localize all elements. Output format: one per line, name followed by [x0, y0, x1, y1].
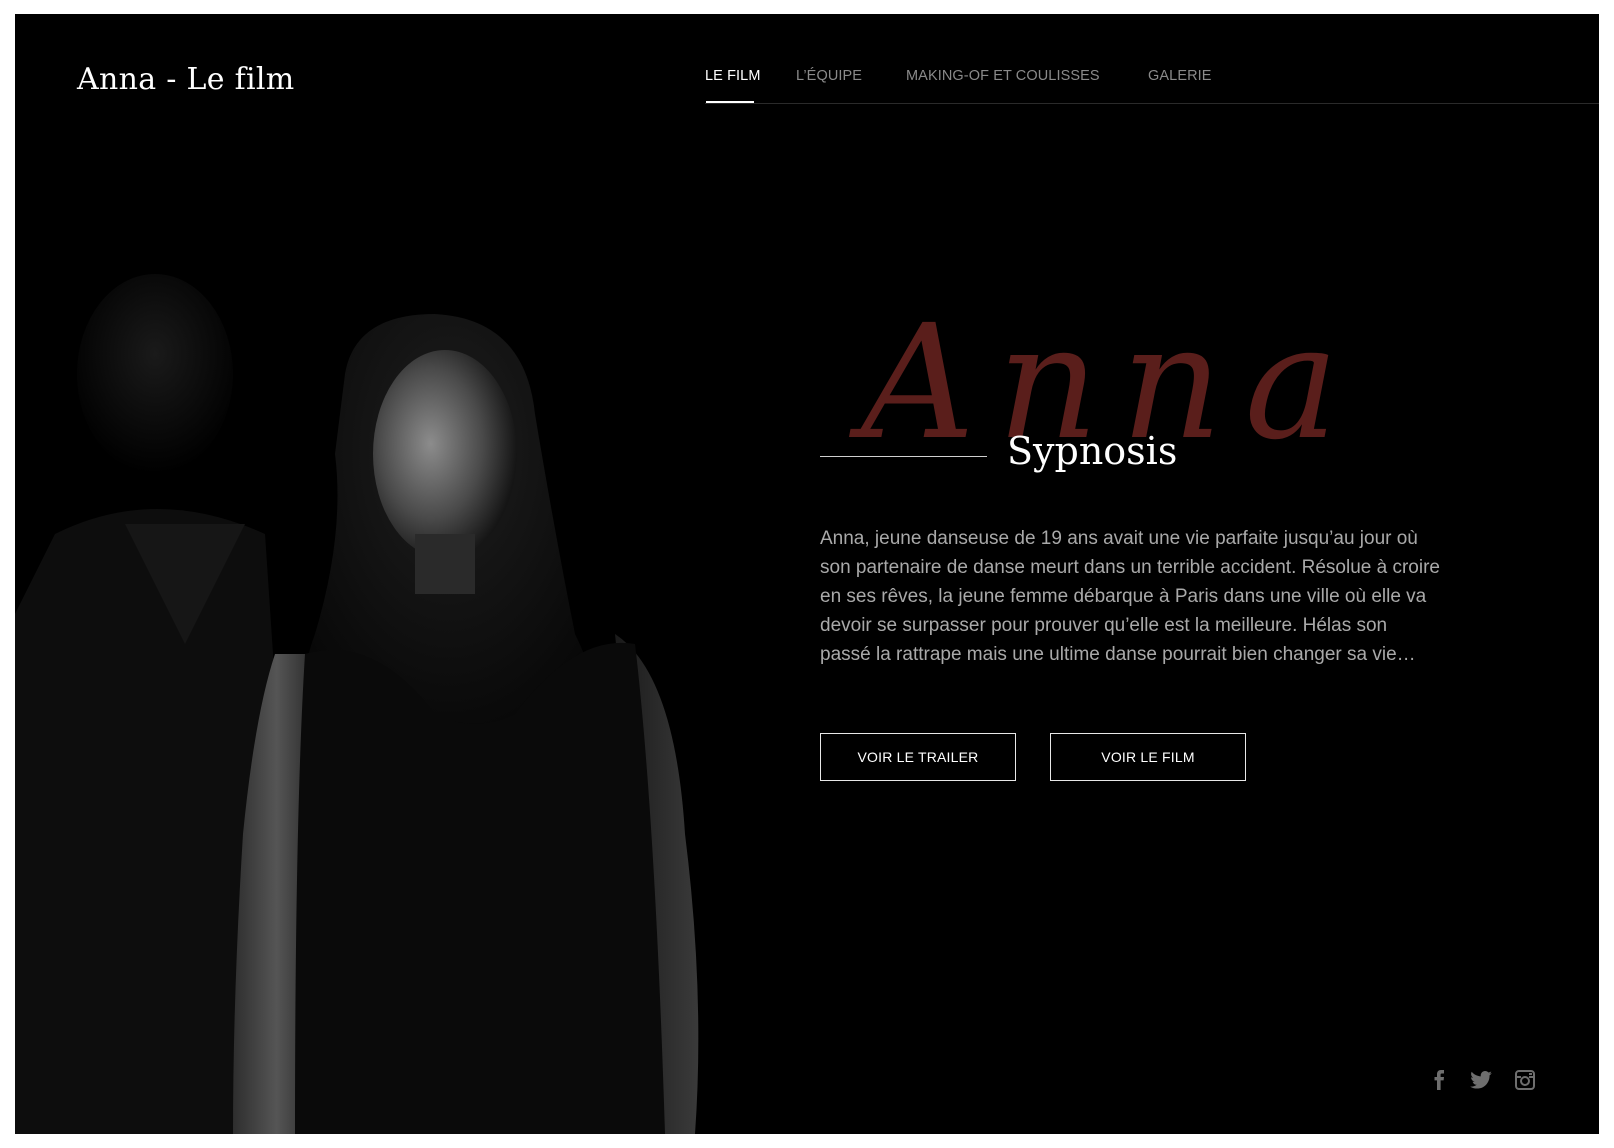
- nav-item-galerie[interactable]: GALERIE: [1148, 68, 1212, 84]
- nav-item-le-film[interactable]: LE FILM: [705, 68, 761, 103]
- button-label: VOIR LE TRAILER: [857, 749, 979, 765]
- synopsis-text: Anna, jeune danseuse de 19 ans avait une…: [820, 528, 1440, 665]
- man-head: [77, 274, 233, 474]
- button-label: VOIR LE FILM: [1101, 749, 1195, 765]
- twitter-icon[interactable]: [1470, 1068, 1492, 1092]
- site-title[interactable]: Anna - Le film: [77, 62, 295, 97]
- nav-item-equipe[interactable]: L’ÉQUIPE: [796, 68, 862, 84]
- hero-photo: [15, 14, 755, 1134]
- woman-face: [373, 350, 517, 558]
- watch-trailer-button[interactable]: VOIR LE TRAILER: [820, 733, 1016, 781]
- nav-label: LE FILM: [705, 68, 761, 84]
- facebook-icon[interactable]: [1433, 1068, 1445, 1092]
- nav-divider: [705, 103, 1599, 104]
- nav-active-underline: [706, 101, 754, 103]
- nav-item-making-of[interactable]: MAKING-OF ET COULISSES: [906, 68, 1100, 84]
- page-frame: Anna - Le film LE FILM L’ÉQUIPE MAKING-O…: [15, 14, 1599, 1134]
- nav-label: L’ÉQUIPE: [796, 68, 863, 84]
- section-title: Sypnosis: [1007, 429, 1178, 473]
- nav-label: MAKING-OF ET COULISSES: [906, 68, 1100, 84]
- nav-label: GALERIE: [1148, 68, 1212, 84]
- title-rule: [820, 456, 987, 457]
- instagram-icon[interactable]: [1515, 1068, 1535, 1092]
- watch-film-button[interactable]: VOIR LE FILM: [1050, 733, 1246, 781]
